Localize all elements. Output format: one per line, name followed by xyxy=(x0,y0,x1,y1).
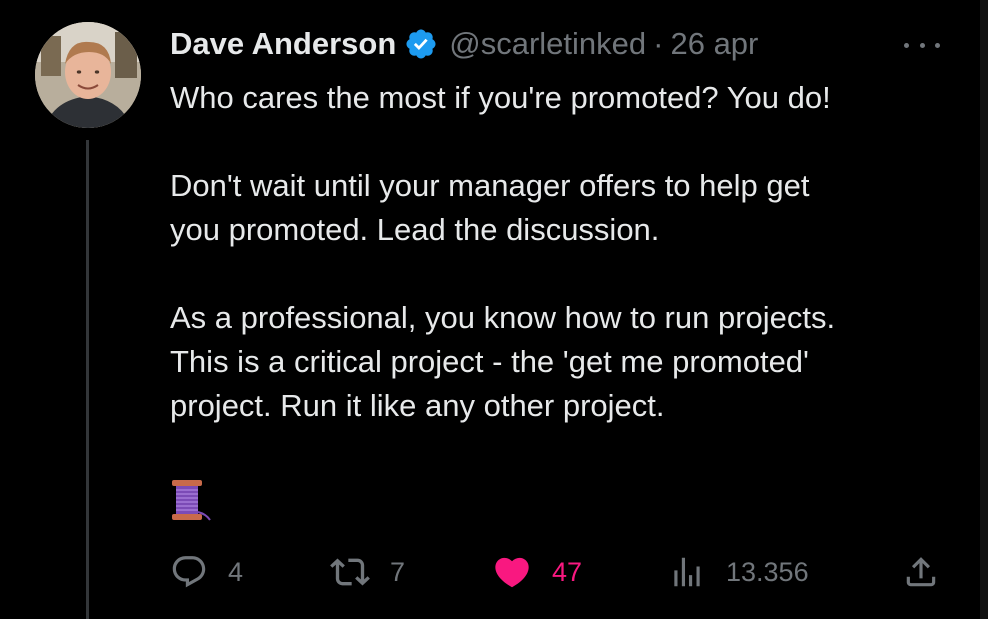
more-dot xyxy=(904,42,909,48)
views-bar-chart-icon xyxy=(674,557,700,587)
tweet-actions-bar: 4 7 47 13.356 xyxy=(170,550,946,594)
views-count: 13.356 xyxy=(726,556,809,587)
author-name[interactable]: Dave Anderson xyxy=(170,26,396,62)
reply-count: 4 xyxy=(228,556,244,587)
tweet-text: Who cares the most if you're promoted? Y… xyxy=(170,76,950,428)
heart-icon xyxy=(495,557,529,588)
like-button[interactable]: 47 xyxy=(492,550,582,594)
header-separator: · xyxy=(653,26,664,61)
share-button[interactable] xyxy=(902,550,940,594)
author-handle[interactable]: @scarletinked xyxy=(449,26,646,62)
tweet-line: As a professional, you know how to run p… xyxy=(170,300,836,335)
repost-button[interactable]: 7 xyxy=(330,550,405,594)
more-dot xyxy=(919,42,925,48)
thread-spool-emoji xyxy=(170,478,212,522)
tweet-line: you promoted. Lead the discussion. xyxy=(170,212,660,247)
more-dot xyxy=(935,42,940,48)
tweet-line: This is a critical project - the 'get me… xyxy=(170,344,809,379)
share-upload-icon xyxy=(906,557,936,587)
more-dots-icon[interactable] xyxy=(902,34,942,56)
reply-button[interactable]: 4 xyxy=(170,550,243,594)
reply-icon xyxy=(172,556,206,588)
tweet-date[interactable]: 26 apr xyxy=(670,26,758,62)
avatar[interactable] xyxy=(35,22,141,128)
views-button[interactable]: 13.356 xyxy=(668,550,809,594)
tweet-line: project. Run it like any other project. xyxy=(170,388,665,423)
scrollbar-track[interactable] xyxy=(980,0,988,619)
like-count: 47 xyxy=(552,556,583,587)
thread-connector-line xyxy=(86,140,89,619)
tweet-line: Don't wait until your manager offers to … xyxy=(170,168,810,203)
verified-badge-icon[interactable] xyxy=(404,27,438,61)
tweet-line: Who cares the most if you're promoted? Y… xyxy=(170,80,831,115)
repost-count: 7 xyxy=(390,556,406,587)
repost-icon xyxy=(330,558,370,586)
tweet-header: Dave Anderson @scarletinked · 26 apr xyxy=(170,24,758,64)
